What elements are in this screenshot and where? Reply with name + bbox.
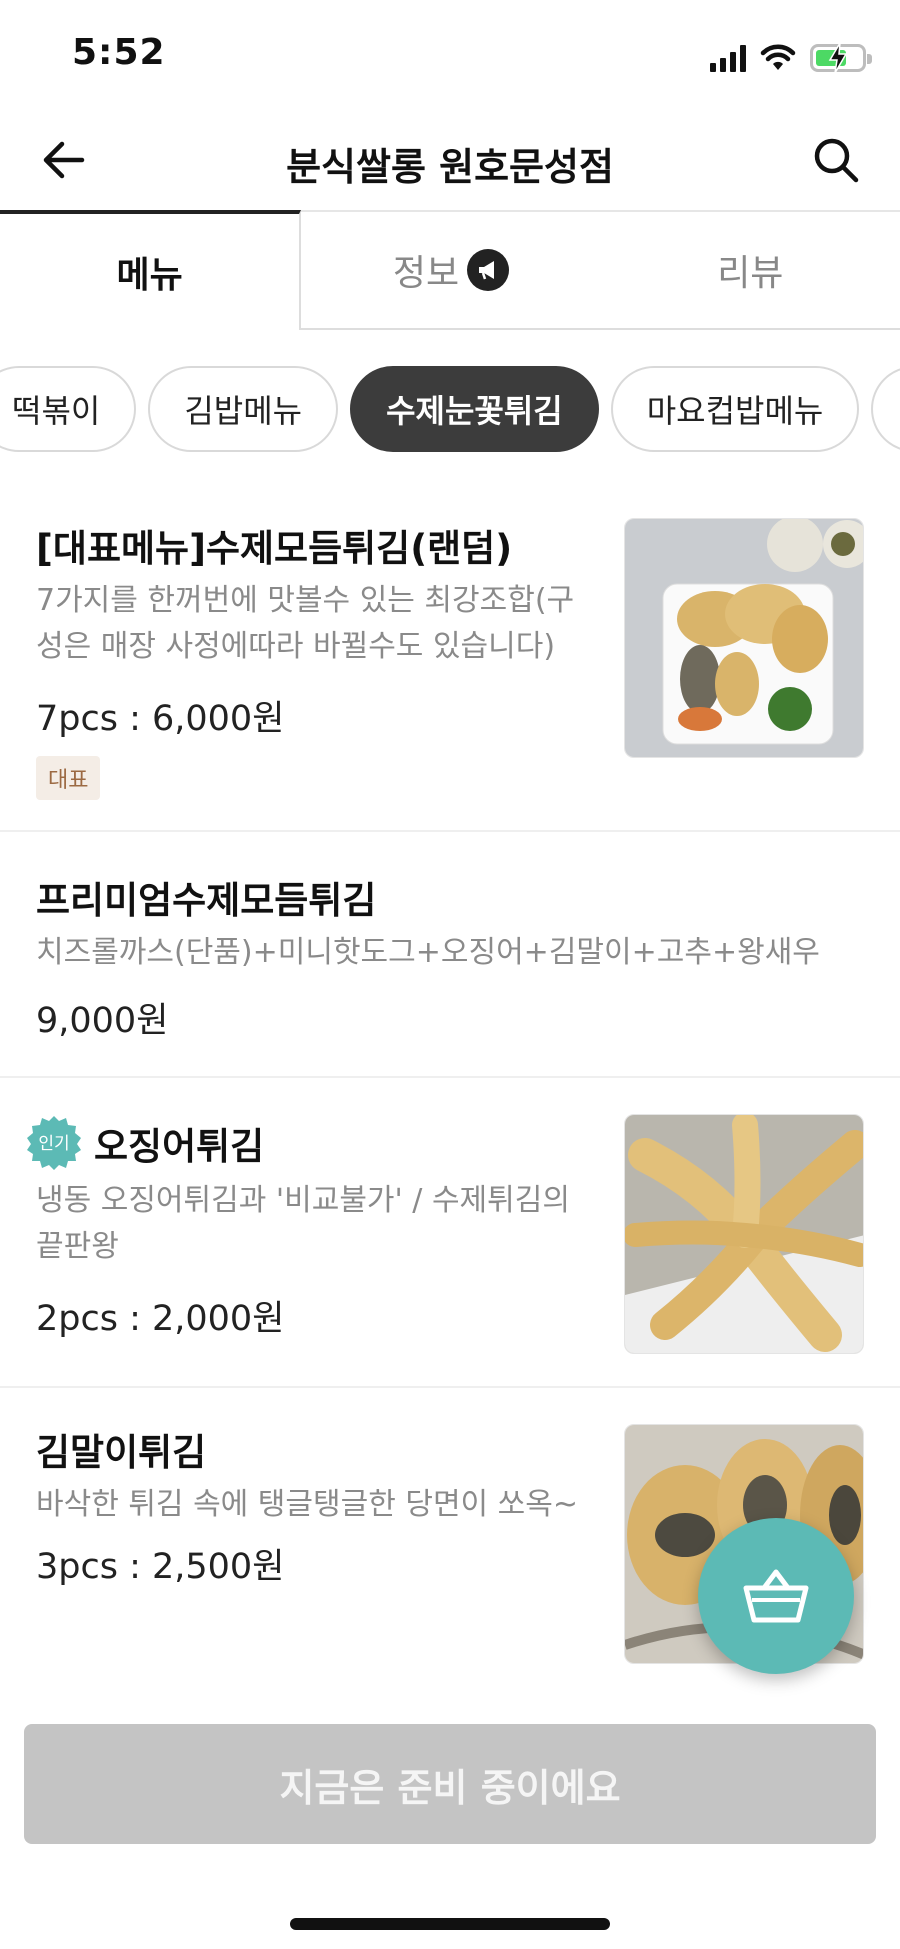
battery-charging-icon	[810, 42, 872, 74]
app-screen: 5:52 분식쌀롱 원호문성점 메뉴 정보 리뷰 떡볶이 김밥메뉴 수제눈꽃튀김…	[0, 0, 900, 1949]
category-chip-tteokbokki[interactable]: 떡볶이	[0, 366, 137, 452]
tab-review-label: 리뷰	[717, 253, 784, 294]
menu-item-name: [대표메뉴]수제모듬튀김(랜덤)	[36, 527, 513, 570]
menu-item-name: 오징어튀김	[94, 1125, 265, 1168]
description-line: 냉동 오징어튀김과 '비교불가' / 수제튀김의	[36, 1183, 570, 1218]
cart-button[interactable]	[698, 1518, 854, 1674]
menu-item-price: 7pcs : 6,000원	[36, 699, 285, 739]
category-chip-mayo-cupbap[interactable]: 마요컵밥메뉴	[610, 366, 860, 452]
tab-menu[interactable]: 메뉴	[0, 210, 302, 330]
popular-badge-icon: 인기	[27, 1116, 81, 1170]
description-line: 치즈롤까스(단품)+미니핫도그+오징어+김말이+고추+왕새우	[36, 935, 820, 970]
svg-text:인기: 인기	[38, 1134, 69, 1154]
menu-item-photo	[624, 518, 864, 758]
status-time: 5:52	[72, 32, 166, 73]
category-chip-next[interactable]: 식	[871, 366, 900, 452]
menu-item-description: 7가지를 한꺼번에 맛볼수 있는 최강조합(구 성은 매장 사정에따라 바뀔수도…	[36, 578, 596, 670]
search-button[interactable]	[808, 132, 864, 188]
tab-info-label: 정보	[392, 253, 460, 294]
menu-item[interactable]: 프리미엄수제모듬튀김 치즈롤까스(단품)+미니핫도그+오징어+김말이+고추+왕새…	[0, 832, 900, 1078]
description-line: 성은 매장 사정에따라 바뀔수도 있습니다)	[36, 629, 556, 664]
search-icon	[814, 138, 859, 183]
category-chip-fried[interactable]: 수제눈꽃튀김	[350, 366, 599, 452]
home-indicator[interactable]	[290, 1918, 610, 1930]
page-title: 분식쌀롱 원호문성점	[286, 145, 614, 189]
tab-review[interactable]: 리뷰	[600, 210, 900, 330]
signal-icon	[710, 44, 746, 72]
header-bar: 분식쌀롱 원호문성점	[0, 110, 900, 210]
store-tabs: 메뉴 정보 리뷰	[0, 210, 900, 330]
status-bar: 5:52	[0, 0, 900, 110]
order-button[interactable]: 지금은 준비 중이에요	[24, 1724, 876, 1844]
tab-menu-label: 메뉴	[116, 255, 183, 296]
description-line: 끝판왕	[36, 1229, 119, 1264]
menu-item-price: 9,000원	[36, 1001, 169, 1041]
menu-item-price: 2pcs : 2,000원	[36, 1299, 285, 1339]
menu-item-name: 프리미엄수제모듬튀김	[36, 879, 377, 922]
status-icons	[710, 38, 872, 78]
menu-item-description: 냉동 오징어튀김과 '비교불가' / 수제튀김의 끝판왕	[36, 1178, 596, 1270]
menu-item[interactable]: 인기 오징어튀김 냉동 오징어튀김과 '비교불가' / 수제튀김의 끝판왕 2p…	[0, 1078, 900, 1388]
menu-item-price: 3pcs : 2,500원	[36, 1547, 285, 1587]
description-line: 7가지를 한꺼번에 맛볼수 있는 최강조합(구	[36, 583, 575, 618]
description-line: 바삭한 튀김 속에 탱글탱글한 당면이 쏘옥~	[36, 1487, 579, 1522]
category-chip-gimbap[interactable]: 김밥메뉴	[148, 366, 339, 452]
menu-item[interactable]: [대표메뉴]수제모듬튀김(랜덤) 7가지를 한꺼번에 맛볼수 있는 최강조합(구…	[0, 488, 900, 832]
menu-item-name: 김말이튀김	[36, 1431, 207, 1474]
bottom-order-bar: 지금은 준비 중이에요	[0, 1698, 900, 1949]
tab-info[interactable]: 정보	[301, 210, 601, 330]
signature-tag: 대표	[36, 756, 101, 800]
menu-item-description: 바삭한 튀김 속에 탱글탱글한 당면이 쏘옥~	[36, 1482, 596, 1528]
menu-item-photo	[624, 1114, 864, 1354]
category-chips: 떡볶이 김밥메뉴 수제눈꽃튀김 마요컵밥메뉴 식	[0, 366, 900, 452]
basket-icon	[743, 1569, 809, 1623]
menu-item-description: 치즈롤까스(단품)+미니핫도그+오징어+김말이+고추+왕새우	[36, 930, 836, 976]
wifi-icon	[760, 44, 796, 70]
megaphone-icon	[467, 249, 510, 291]
